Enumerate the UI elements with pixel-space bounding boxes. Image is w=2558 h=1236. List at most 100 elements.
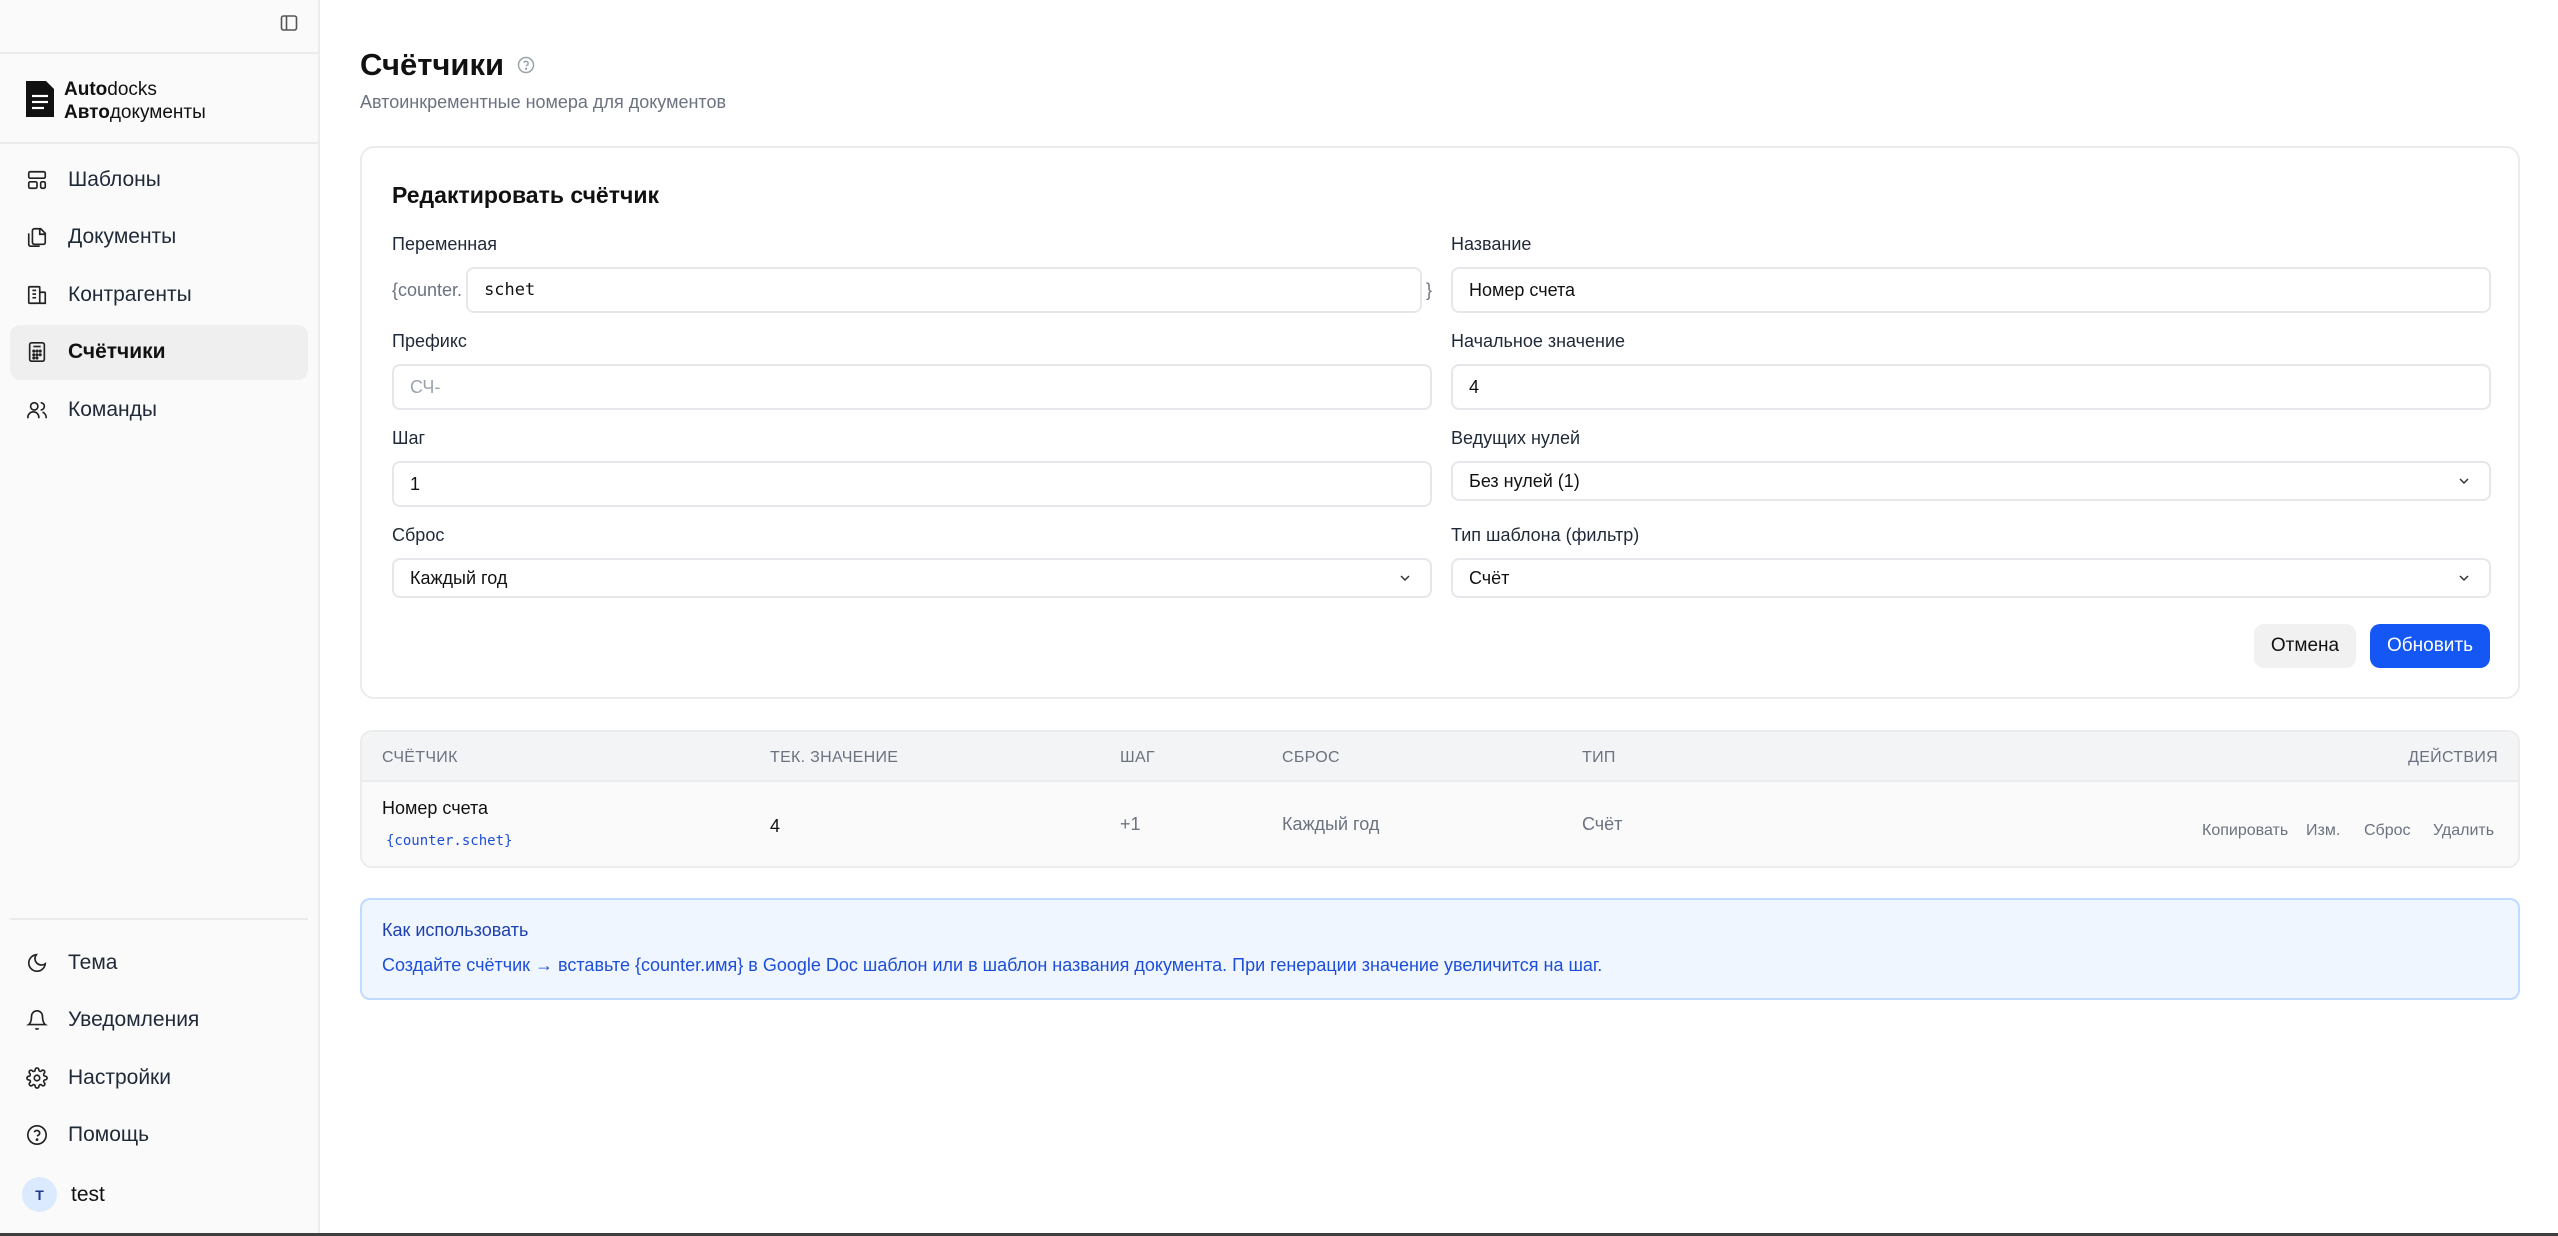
sidebar-item-label: Уведомления xyxy=(68,1008,200,1031)
logo-text: Autodocks Автодокументы xyxy=(64,79,206,123)
prefix-field: Префикс СЧ- xyxy=(392,330,1432,410)
update-button[interactable]: Обновить xyxy=(2370,624,2490,668)
counter-current-value: 4 xyxy=(770,816,781,836)
sidebar-divider xyxy=(10,918,308,920)
layout-template-icon xyxy=(24,167,50,193)
step-input[interactable]: 1 xyxy=(392,461,1432,507)
sidebar-item-templates[interactable]: Шаблоны xyxy=(10,152,308,207)
table-row: Номер счета {counter.schet} 4 +1 Каждый … xyxy=(362,782,2518,866)
chevron-down-icon xyxy=(2455,472,2473,490)
sidebar-item-theme[interactable]: Тема xyxy=(10,935,308,990)
leading-zeros-field: Ведущих нулей Без нулей (1) xyxy=(1451,427,2491,501)
gear-icon xyxy=(24,1065,50,1091)
chevron-down-icon xyxy=(2455,569,2473,587)
sidebar-divider xyxy=(0,142,318,144)
info-title: Как использовать xyxy=(382,920,529,940)
page-subtitle: Автоинкрементные номера для документов xyxy=(360,92,727,112)
header-reset: СБРОС xyxy=(1282,749,1340,766)
reset-button[interactable]: Сброс xyxy=(2364,822,2411,840)
sidebar-item-teams[interactable]: Команды xyxy=(10,382,308,437)
sidebar-item-settings[interactable]: Настройки xyxy=(10,1050,308,1105)
sidebar-item-label: Документы xyxy=(68,225,177,248)
header-counter: СЧЁТЧИК xyxy=(382,749,458,766)
table-header: СЧЁТЧИК ТЕК. ЗНАЧЕНИЕ ШАГ СБРОС ТИП ДЕЙС… xyxy=(362,732,2518,782)
chevron-down-icon xyxy=(1396,569,1414,587)
moon-icon xyxy=(24,950,50,976)
template-type-select[interactable]: Счёт xyxy=(1451,558,2491,598)
sidebar-bottom-nav: Тема Уведомления Настройки Помощь xyxy=(10,935,308,1165)
start-value-label: Начальное значение xyxy=(1451,331,1626,351)
template-type-label: Тип шаблона (фильтр) xyxy=(1451,525,1640,545)
files-icon xyxy=(24,224,50,250)
sidebar-nav: Шаблоны Документы Контрагенты Счётчики К… xyxy=(10,152,308,440)
sidebar-item-counters[interactable]: Счётчики xyxy=(10,324,308,380)
reset-value: Каждый год xyxy=(410,567,508,588)
reset-label: Сброс xyxy=(392,525,445,545)
reset-select[interactable]: Каждый год xyxy=(392,558,1432,598)
form-title: Редактировать счётчик xyxy=(392,182,659,208)
sidebar-divider xyxy=(0,52,318,54)
bell-icon xyxy=(24,1007,50,1033)
calculator-icon xyxy=(24,339,50,365)
document-logo-icon xyxy=(24,79,56,124)
reset-field: Сброс Каждый год xyxy=(392,524,1432,598)
user-name: test xyxy=(71,1182,105,1206)
help-circle-icon xyxy=(24,1122,50,1148)
step-label: Шаг xyxy=(392,428,426,448)
sidebar: Autodocks Автодокументы Шаблоны Документ… xyxy=(0,0,320,1236)
sidebar-item-label: Шаблоны xyxy=(68,167,161,191)
sidebar-item-label: Помощь xyxy=(68,1123,150,1146)
building-icon xyxy=(24,282,50,308)
prefix-label: Префикс xyxy=(392,331,467,351)
template-type-value: Счёт xyxy=(1469,567,1510,588)
edit-counter-card: Редактировать счётчик Переменная {counte… xyxy=(360,146,2520,699)
sidebar-item-notifications[interactable]: Уведомления xyxy=(10,993,308,1048)
edit-button[interactable]: Изм. xyxy=(2306,822,2340,840)
variable-suffix: } xyxy=(1425,279,1432,300)
counter-reset: Каждый год xyxy=(1282,814,1380,834)
leading-zeros-value: Без нулей (1) xyxy=(1469,470,1580,491)
start-value-input[interactable]: 4 xyxy=(1451,364,2491,410)
sidebar-item-counterparties[interactable]: Контрагенты xyxy=(10,267,308,322)
sidebar-item-label: Тема xyxy=(68,950,118,974)
delete-button[interactable]: Удалить xyxy=(2433,822,2494,840)
counter-code: {counter.schet} xyxy=(386,833,513,849)
header-step: ШАГ xyxy=(1120,749,1155,766)
step-field: Шаг 1 xyxy=(392,427,1432,507)
usage-info-box: Как использовать Создайте счётчик → вста… xyxy=(360,898,2520,1000)
variable-input[interactable]: schet xyxy=(466,267,1422,313)
counters-table: СЧЁТЧИК ТЕК. ЗНАЧЕНИЕ ШАГ СБРОС ТИП ДЕЙС… xyxy=(360,730,2520,868)
avatar: T xyxy=(22,1177,57,1212)
user-menu[interactable]: T test xyxy=(22,1177,105,1212)
users-icon xyxy=(24,397,50,423)
app-logo[interactable]: Autodocks Автодокументы xyxy=(24,78,206,124)
name-field: Название Номер счета xyxy=(1451,233,2491,313)
info-text: Создайте счётчик → вставьте {counter.имя… xyxy=(382,955,1603,975)
header-current-value: ТЕК. ЗНАЧЕНИЕ xyxy=(770,749,899,766)
sidebar-item-help[interactable]: Помощь xyxy=(10,1108,308,1163)
sidebar-item-label: Контрагенты xyxy=(68,282,192,306)
name-label: Название xyxy=(1451,234,1532,254)
sidebar-toggle-icon[interactable] xyxy=(279,12,299,34)
template-type-field: Тип шаблона (фильтр) Счёт xyxy=(1451,524,2491,598)
counter-name: Номер счета xyxy=(382,798,489,818)
page-title: Счётчики xyxy=(360,47,536,83)
copy-button[interactable]: Копировать xyxy=(2202,822,2288,840)
name-input[interactable]: Номер счета xyxy=(1451,267,2491,313)
variable-field: Переменная {counter. schet } xyxy=(392,233,1432,313)
header-actions: ДЕЙСТВИЯ xyxy=(2408,749,2498,766)
start-value-field: Начальное значение 4 xyxy=(1451,330,2491,410)
leading-zeros-label: Ведущих нулей xyxy=(1451,428,1581,448)
counter-type: Счёт xyxy=(1582,814,1623,834)
cancel-button[interactable]: Отмена xyxy=(2254,624,2356,668)
sidebar-item-label: Команды xyxy=(68,397,157,421)
sidebar-item-label: Настройки xyxy=(68,1065,171,1089)
counter-step: +1 xyxy=(1120,814,1141,834)
variable-label: Переменная xyxy=(392,234,497,254)
help-icon[interactable] xyxy=(516,55,536,75)
variable-prefix: {counter. xyxy=(392,279,463,300)
sidebar-item-documents[interactable]: Документы xyxy=(10,210,308,265)
page-title-text: Счётчики xyxy=(360,47,505,82)
prefix-input[interactable]: СЧ- xyxy=(392,364,1432,410)
leading-zeros-select[interactable]: Без нулей (1) xyxy=(1451,461,2491,501)
